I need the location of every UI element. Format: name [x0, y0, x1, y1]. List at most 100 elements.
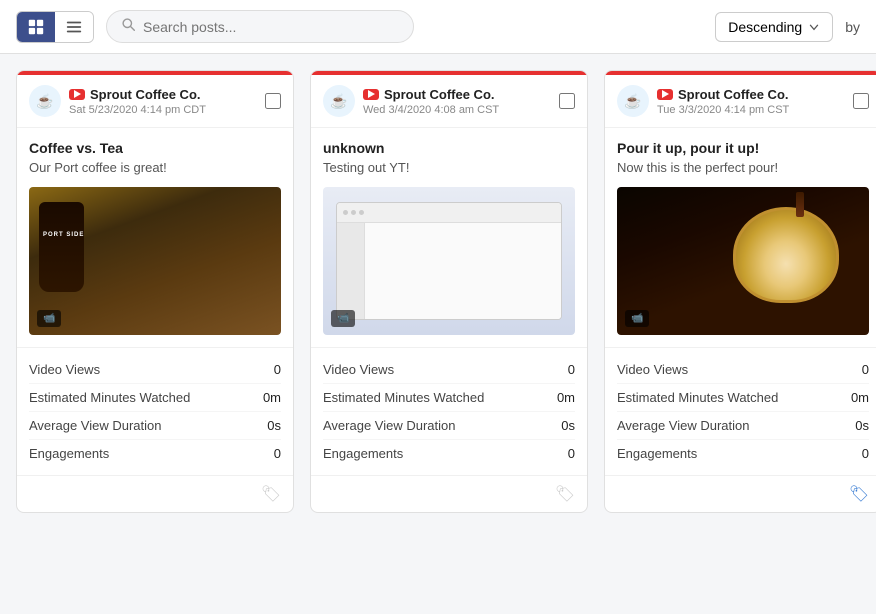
by-label: by [845, 19, 860, 35]
post-date: Tue 3/3/2020 4:14 pm CST [657, 104, 845, 116]
avatar: ☕ [323, 85, 355, 117]
cards-area: ☕ Sprout Coffee Co. Sat 5/23/2020 4:14 p… [0, 54, 876, 529]
grid-view-button[interactable] [17, 12, 55, 42]
stat-value: 0s [561, 418, 575, 433]
screenshot-content [365, 223, 562, 319]
view-toggle [16, 11, 94, 43]
stat-value: 0m [851, 390, 869, 405]
top-bar: Descending by [0, 0, 876, 54]
stat-row: Engagements 0 [29, 440, 281, 467]
stat-row: Video Views 0 [617, 356, 869, 384]
stat-value: 0 [274, 446, 281, 461]
stat-value: 0 [568, 446, 575, 461]
brand-name: Sprout Coffee Co. [69, 87, 257, 102]
stat-row: Engagements 0 [323, 440, 575, 467]
post-card: ☕ Sprout Coffee Co. Tue 3/3/2020 4:14 pm… [604, 70, 876, 513]
dot [359, 210, 364, 215]
stat-label: Average View Duration [617, 418, 750, 433]
dot [343, 210, 348, 215]
tag-icon[interactable]: 🏷 [849, 484, 869, 504]
screenshot-toolbar [337, 203, 562, 223]
stat-label: Estimated Minutes Watched [617, 390, 778, 405]
stat-label: Video Views [29, 362, 100, 377]
sort-label: Descending [728, 19, 802, 35]
card-footer: 🏷 [311, 475, 587, 512]
youtube-icon [657, 89, 673, 100]
card-body: Coffee vs. Tea Our Port coffee is great!… [17, 128, 293, 347]
video-overlay: 📹 [625, 310, 649, 327]
search-icon [121, 17, 135, 36]
post-date: Sat 5/23/2020 4:14 pm CDT [69, 104, 257, 116]
stat-label: Estimated Minutes Watched [323, 390, 484, 405]
stat-value: 0 [274, 362, 281, 377]
post-card: ☕ Sprout Coffee Co. Sat 5/23/2020 4:14 p… [16, 70, 294, 513]
stat-label: Estimated Minutes Watched [29, 390, 190, 405]
card-stats: Video Views 0 Estimated Minutes Watched … [605, 347, 876, 475]
post-thumbnail: 📹 [29, 187, 281, 335]
screenshot-sidebar [337, 223, 365, 319]
sort-dropdown[interactable]: Descending [715, 12, 833, 42]
video-overlay: 📹 [37, 310, 61, 327]
stat-row: Video Views 0 [323, 356, 575, 384]
post-title: unknown [323, 140, 575, 156]
card-stats: Video Views 0 Estimated Minutes Watched … [17, 347, 293, 475]
list-view-button[interactable] [55, 12, 93, 42]
card-footer: 🏷 [605, 475, 876, 512]
stat-row: Average View Duration 0s [29, 412, 281, 440]
stat-row: Average View Duration 0s [617, 412, 869, 440]
chevron-down-icon [808, 21, 820, 33]
stat-row: Video Views 0 [29, 356, 281, 384]
card-stats: Video Views 0 Estimated Minutes Watched … [311, 347, 587, 475]
stat-value: 0 [862, 446, 869, 461]
stat-value: 0s [855, 418, 869, 433]
stat-row: Engagements 0 [617, 440, 869, 467]
card-header: ☕ Sprout Coffee Co. Wed 3/4/2020 4:08 am… [311, 75, 587, 128]
stat-label: Average View Duration [323, 418, 456, 433]
avatar: ☕ [29, 85, 61, 117]
youtube-icon [69, 89, 85, 100]
post-title: Coffee vs. Tea [29, 140, 281, 156]
screenshot-preview [336, 202, 563, 320]
youtube-icon [363, 89, 379, 100]
stat-value: 0 [862, 362, 869, 377]
stat-row: Estimated Minutes Watched 0m [617, 384, 869, 412]
post-thumbnail: 📹 [323, 187, 575, 335]
card-header: ☕ Sprout Coffee Co. Sat 5/23/2020 4:14 p… [17, 75, 293, 128]
tag-icon[interactable]: 🏷 [261, 484, 281, 504]
post-thumbnail: 📹 [617, 187, 869, 335]
search-bar[interactable] [106, 10, 414, 43]
post-subtitle: Now this is the perfect pour! [617, 160, 869, 175]
post-card: ☕ Sprout Coffee Co. Wed 3/4/2020 4:08 am… [310, 70, 588, 513]
card-checkbox[interactable] [853, 93, 869, 109]
video-camera-icon: 📹 [631, 313, 643, 324]
avatar: ☕ [617, 85, 649, 117]
card-checkbox[interactable] [559, 93, 575, 109]
card-header: ☕ Sprout Coffee Co. Tue 3/3/2020 4:14 pm… [605, 75, 876, 128]
video-overlay: 📹 [331, 310, 355, 327]
post-title: Pour it up, pour it up! [617, 140, 869, 156]
search-input[interactable] [143, 19, 399, 35]
post-subtitle: Testing out YT! [323, 160, 575, 175]
stat-label: Engagements [323, 446, 403, 461]
stat-value: 0m [263, 390, 281, 405]
stat-row: Average View Duration 0s [323, 412, 575, 440]
card-checkbox[interactable] [265, 93, 281, 109]
card-header-info: Sprout Coffee Co. Tue 3/3/2020 4:14 pm C… [657, 87, 845, 116]
stat-value: 0 [568, 362, 575, 377]
stat-label: Video Views [617, 362, 688, 377]
stat-label: Engagements [617, 446, 697, 461]
video-camera-icon: 📹 [337, 313, 349, 324]
tag-icon[interactable]: 🏷 [555, 484, 575, 504]
post-date: Wed 3/4/2020 4:08 am CST [363, 104, 551, 116]
card-body: Pour it up, pour it up! Now this is the … [605, 128, 876, 347]
stat-value: 0s [267, 418, 281, 433]
brand-name: Sprout Coffee Co. [363, 87, 551, 102]
brand-name: Sprout Coffee Co. [657, 87, 845, 102]
video-camera-icon: 📹 [43, 313, 55, 324]
screenshot-body [337, 223, 562, 319]
stat-label: Average View Duration [29, 418, 162, 433]
stat-row: Estimated Minutes Watched 0m [29, 384, 281, 412]
stat-label: Engagements [29, 446, 109, 461]
stat-label: Video Views [323, 362, 394, 377]
stat-row: Estimated Minutes Watched 0m [323, 384, 575, 412]
